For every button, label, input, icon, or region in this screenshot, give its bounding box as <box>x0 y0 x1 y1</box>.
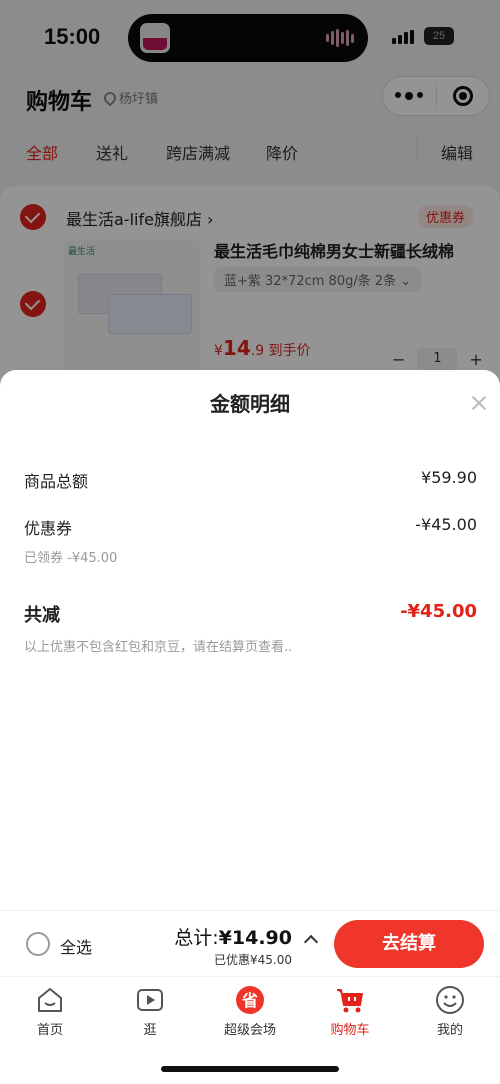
goods-total-value: ¥59.90 <box>421 468 477 487</box>
coupon-value: -¥45.00 <box>415 515 477 534</box>
checkout-bar: 全选 总计:¥14.90 已优惠¥45.00 去结算 <box>0 910 500 976</box>
goods-total-label: 商品总额 <box>24 472 89 491</box>
tabbar-item-cart[interactable]: 购物车 <box>300 985 400 1038</box>
tabbar-item-browse[interactable]: 逛 <box>100 985 200 1038</box>
total-reduction-label: 共减 <box>24 605 60 626</box>
svg-text:省: 省 <box>241 991 258 1010</box>
video-icon <box>137 989 163 1011</box>
tabbar-label: 超级会场 <box>223 1023 276 1038</box>
sheet-title: 金额明细 <box>210 392 290 416</box>
cart-icon <box>337 989 363 1013</box>
tabbar-item-home[interactable]: 首页 <box>0 985 100 1038</box>
saved-amount: 已优惠¥45.00 <box>214 953 292 967</box>
tabbar-item-super-venue[interactable]: 省 超级会场 <box>200 985 300 1038</box>
modal-overlay[interactable] <box>0 0 500 420</box>
total-amount: ¥14.90 <box>218 927 292 949</box>
close-icon[interactable] <box>470 394 488 412</box>
chevron-up-icon[interactable] <box>303 934 319 950</box>
select-all-label[interactable]: 全选 <box>60 934 92 958</box>
select-all-checkbox[interactable] <box>26 932 50 956</box>
total-prefix: 总计: <box>174 927 219 949</box>
sale-icon: 省 <box>236 986 264 1014</box>
discount-note: 以上优惠不包含红包和京豆，请在结算页查看.. <box>24 640 293 655</box>
profile-icon <box>436 986 464 1014</box>
tabbar-label: 首页 <box>36 1023 63 1038</box>
coupon-detail: 已领券 -¥45.00 <box>24 551 118 566</box>
tabbar-label: 我的 <box>436 1023 463 1038</box>
tabbar-label: 购物车 <box>330 1023 370 1038</box>
checkout-button[interactable]: 去结算 <box>334 920 484 968</box>
total-reduction-value: -¥45.00 <box>400 601 477 622</box>
cart-page-background: 15:00 25 购物车 杨圩镇 全部 送礼 跨店满减 降价 编辑 最生活a-l… <box>0 0 500 420</box>
tabbar-item-profile[interactable]: 我的 <box>400 985 500 1038</box>
home-icon <box>38 988 62 1012</box>
coupon-label: 优惠券 <box>24 519 73 538</box>
home-indicator <box>161 1066 339 1072</box>
tabbar-label: 逛 <box>143 1023 157 1038</box>
total-price: 总计:¥14.90 <box>174 923 292 950</box>
